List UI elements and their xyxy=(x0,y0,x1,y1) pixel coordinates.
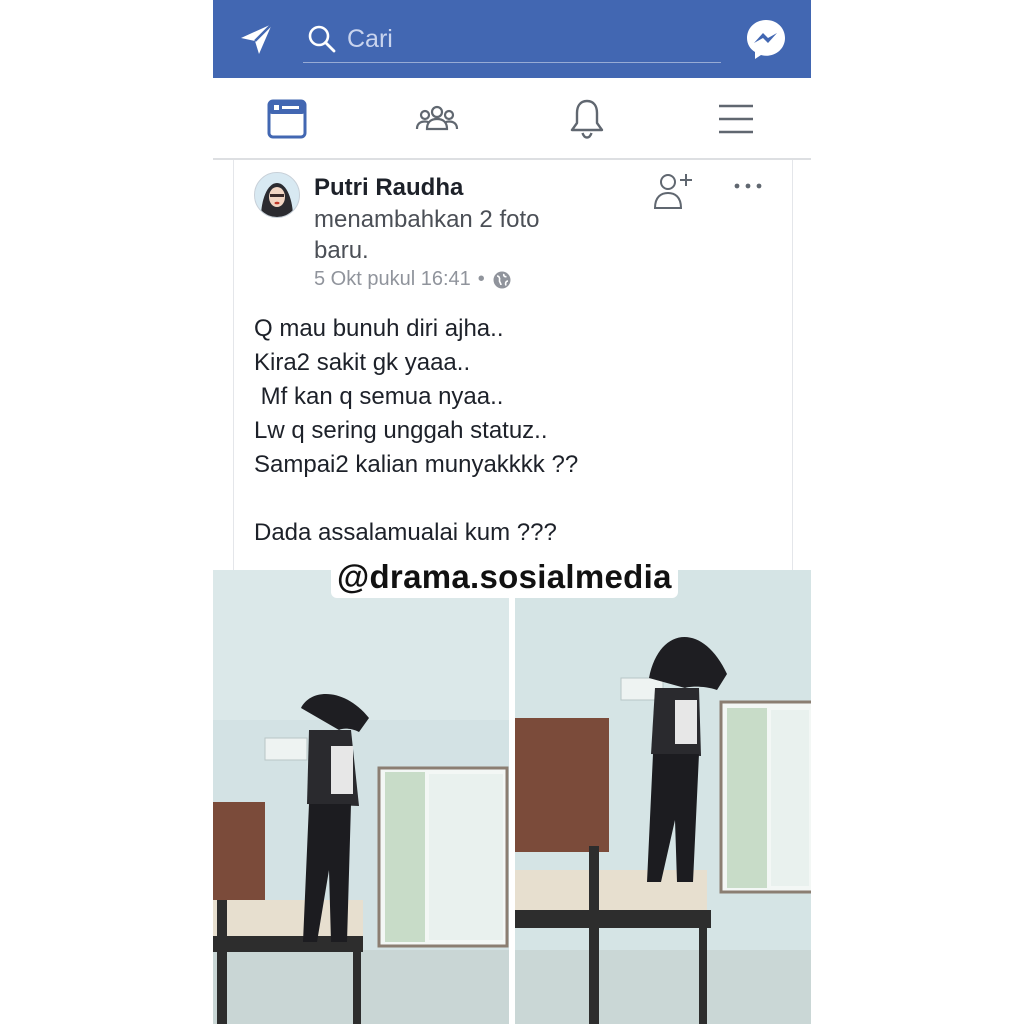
author-name[interactable]: Putri Raudha xyxy=(314,174,463,202)
meta-separator: • xyxy=(477,268,485,290)
friends-icon[interactable] xyxy=(414,96,460,142)
post-photo-right[interactable] xyxy=(515,570,811,1024)
add-friend-icon[interactable] xyxy=(652,168,696,212)
search-icon xyxy=(307,24,337,54)
post-action: menambahkan 2 foto baru. xyxy=(314,206,540,264)
photo-grid xyxy=(213,570,811,1024)
avatar[interactable] xyxy=(254,172,300,218)
post-line: Dada assalamualai kum ??? xyxy=(254,519,557,546)
tab-bar xyxy=(213,78,811,160)
post-line xyxy=(254,482,774,516)
post-line: Sampai2 kalian munyakkkk ?? xyxy=(254,451,579,478)
post-timestamp[interactable]: 5 Okt pukul 16:41 xyxy=(314,268,471,291)
search-input[interactable] xyxy=(347,22,707,56)
search-bar[interactable] xyxy=(303,18,721,63)
paper-plane-icon[interactable] xyxy=(239,22,275,56)
news-feed-icon[interactable] xyxy=(264,96,310,142)
post-line: Kira2 sakit gk yaaa.. xyxy=(254,349,471,376)
top-bar xyxy=(213,0,811,78)
phone-screen: Putri Raudha menambahkan 2 foto baru. 5 … xyxy=(213,0,811,1024)
post-meta: 5 Okt pukul 16:41 • xyxy=(314,268,512,291)
messenger-icon[interactable] xyxy=(745,18,787,60)
feed-post: Putri Raudha menambahkan 2 foto baru. 5 … xyxy=(233,160,793,570)
more-options-icon[interactable] xyxy=(730,174,766,198)
post-line: Q mau bunuh diri ajha.. xyxy=(254,315,504,342)
hamburger-menu-icon[interactable] xyxy=(713,96,759,142)
post-text: Q mau bunuh diri ajha.. Kira2 sakit gk y… xyxy=(254,312,774,550)
post-line: Mf kan q semua nyaa.. xyxy=(254,383,504,410)
post-line: Lw q sering unggah statuz.. xyxy=(254,417,548,444)
post-photo-left[interactable] xyxy=(213,570,509,1024)
bell-icon[interactable] xyxy=(564,96,610,142)
watermark-label: @drama.sosialmedia xyxy=(331,556,678,598)
globe-icon xyxy=(492,270,512,290)
